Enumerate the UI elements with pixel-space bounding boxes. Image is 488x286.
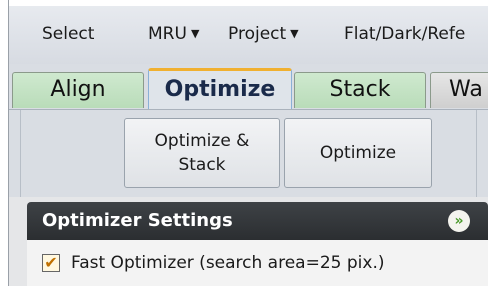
optimize-button-label: Optimize [319, 143, 397, 163]
optimize-button[interactable]: Optimize [284, 118, 432, 188]
fast-optimizer-label[interactable]: Fast Optimizer (search area=25 pix.) [71, 253, 385, 273]
menu-select[interactable]: Select [42, 24, 94, 44]
optimizer-settings-body: ✔ Fast Optimizer (search area=25 pix.) [27, 240, 488, 286]
menu-bar: Select MRU ▼ Project ▼ Flat/Dark/Refe [8, 6, 488, 65]
optimizer-settings-title: Optimizer Settings [42, 210, 233, 231]
menu-project[interactable]: Project ▼ [228, 24, 299, 44]
tab-stack[interactable]: Stack [294, 72, 426, 108]
optimize-and-stack-label-line2: Stack [178, 155, 226, 175]
toolbar-divider [20, 110, 21, 198]
menu-mru-label: MRU [148, 24, 187, 44]
optimize-and-stack-label-line1: Optimize & [154, 131, 250, 151]
menu-flat-dark[interactable]: Flat/Dark/Refe [344, 24, 465, 44]
toolbar-divider [476, 110, 477, 198]
tab-strip: Align Optimize Stack Wa [8, 64, 488, 110]
toolbar-panel: Optimize & Stack Optimize [8, 109, 488, 198]
optimize-and-stack-label: Optimize & Stack [155, 129, 250, 177]
chevron-down-icon: ▼ [190, 27, 200, 40]
optimizer-settings-header[interactable]: Optimizer Settings » [27, 202, 488, 240]
chevron-down-icon: ▼ [290, 27, 299, 40]
tab-wa[interactable]: Wa [430, 72, 488, 108]
tab-optimize[interactable]: Optimize [148, 68, 292, 110]
menu-mru[interactable]: MRU ▼ [148, 24, 199, 44]
tab-align[interactable]: Align [12, 72, 144, 108]
window-border [8, 0, 9, 286]
menu-project-label: Project [228, 24, 287, 44]
collapse-icon[interactable]: » [448, 210, 470, 232]
fast-optimizer-checkbox[interactable]: ✔ [42, 254, 60, 272]
optimize-and-stack-button[interactable]: Optimize & Stack [124, 118, 280, 188]
window-margin [0, 0, 8, 286]
